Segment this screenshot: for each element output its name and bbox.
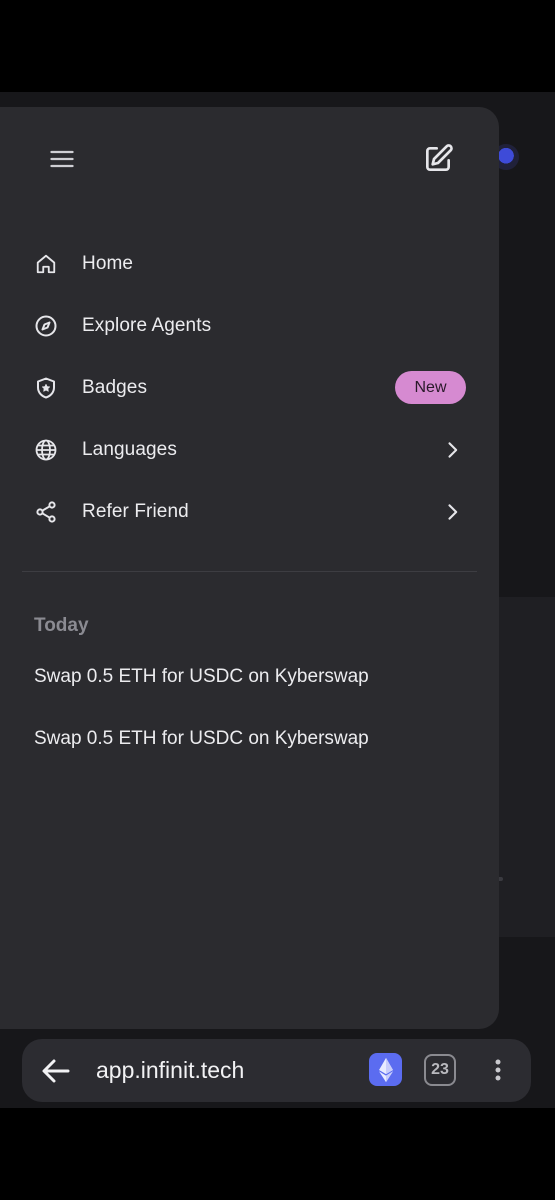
browser-url-bar: app.infinit.tech 23 xyxy=(22,1039,531,1102)
history-section-title: Today xyxy=(34,615,89,636)
history-item[interactable]: Swap 0.5 ETH for USDC on Kyberswap xyxy=(34,728,369,750)
sidebar-item-label: Refer Friend xyxy=(82,501,189,522)
chevron-right-icon xyxy=(442,440,462,460)
sidebar-divider xyxy=(22,571,477,572)
sidebar-item-label: Badges xyxy=(82,377,148,398)
hamburger-menu-icon[interactable] xyxy=(48,145,76,173)
more-options-icon[interactable] xyxy=(488,1054,508,1086)
home-icon xyxy=(34,252,58,276)
share-icon xyxy=(34,500,58,524)
app-screen: Home Explore Agents Badges New Languages… xyxy=(0,92,555,1108)
sidebar-item-label: Explore Agents xyxy=(82,315,212,336)
sidebar-item-languages[interactable]: Languages xyxy=(24,425,476,475)
sidebar-item-home[interactable]: Home xyxy=(24,239,476,289)
compass-icon xyxy=(34,314,58,338)
sidebar-item-badges[interactable]: Badges New xyxy=(24,363,476,413)
globe-icon xyxy=(34,438,58,462)
sidebar-item-label: Home xyxy=(82,253,134,274)
new-chat-edit-icon[interactable] xyxy=(422,143,454,175)
history-item[interactable]: Swap 0.5 ETH for USDC on Kyberswap xyxy=(34,666,369,688)
sidebar-item-label: Languages xyxy=(82,439,177,460)
shield-star-icon xyxy=(34,376,58,400)
new-badge: New xyxy=(395,371,466,404)
sidebar-item-explore-agents[interactable]: Explore Agents xyxy=(24,301,476,351)
sidebar-drawer: Home Explore Agents Badges New Languages… xyxy=(0,107,499,1029)
ethereum-wallet-icon[interactable] xyxy=(369,1053,402,1086)
sidebar-item-refer-friend[interactable]: Refer Friend xyxy=(24,487,476,537)
back-arrow-icon[interactable] xyxy=(40,1057,72,1085)
tab-count-button[interactable]: 23 xyxy=(424,1054,456,1086)
url-text[interactable]: app.infinit.tech xyxy=(96,1057,244,1084)
chevron-right-icon xyxy=(442,502,462,522)
